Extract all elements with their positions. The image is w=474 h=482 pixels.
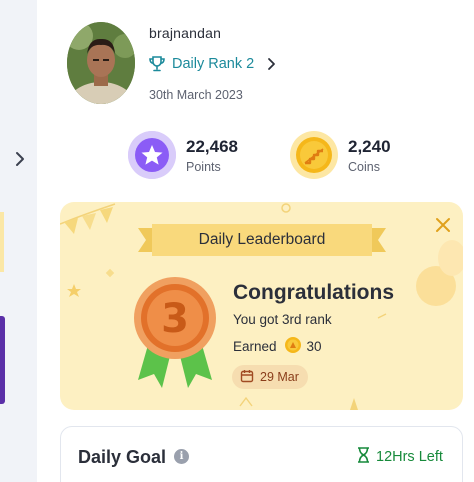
time-left-label: 12Hrs Left	[376, 449, 443, 465]
avatar[interactable]	[67, 22, 135, 104]
earned-row: Earned 30	[233, 337, 322, 356]
date-chip: 29 Mar	[232, 365, 308, 389]
leaderboard-title: Daily Leaderboard	[198, 231, 326, 248]
star-icon	[128, 131, 176, 179]
medal-rank-number: 3	[161, 296, 189, 342]
daily-rank-label: Daily Rank 2	[172, 56, 255, 72]
coin-icon	[284, 337, 301, 356]
chevron-right-icon	[265, 57, 277, 71]
date-chip-label: 29 Mar	[260, 370, 299, 384]
profile-date: 30th March 2023	[149, 88, 243, 102]
username: brajnandan	[149, 25, 222, 41]
calendar-icon	[240, 369, 254, 386]
close-icon[interactable]	[434, 216, 452, 234]
daily-leaderboard-card: Daily Leaderboard 3 Congratulations You …	[60, 202, 463, 410]
earned-coins: 30	[306, 339, 322, 354]
coins-label: Coins	[348, 159, 380, 174]
rank-medal-icon: 3	[132, 276, 218, 394]
daily-goal-title: Daily Goal	[78, 447, 167, 467]
sidebar-yellow-tab	[0, 212, 4, 272]
hourglass-icon	[357, 447, 370, 467]
coins-stat: 2,240 Coins	[290, 131, 391, 179]
left-panel-strip	[0, 0, 37, 482]
rank-message: You got 3rd rank	[233, 312, 332, 327]
time-left: 12Hrs Left	[357, 447, 443, 467]
points-value: 22,468	[186, 136, 238, 156]
daily-goal-card: Daily Goal i 12Hrs Left	[60, 426, 463, 482]
coins-value: 2,240	[348, 136, 391, 156]
info-icon[interactable]: i	[174, 449, 189, 464]
sidebar-purple-tab	[0, 316, 5, 404]
congratulations-heading: Congratulations	[233, 281, 394, 304]
earned-label: Earned	[233, 339, 277, 354]
coin-stairs-icon	[290, 131, 338, 179]
trophy-icon	[148, 55, 166, 73]
points-stat: 22,468 Points	[128, 131, 238, 179]
expand-chevron-right-icon[interactable]	[10, 148, 30, 170]
daily-rank-link[interactable]: Daily Rank 2	[148, 55, 277, 73]
points-label: Points	[186, 159, 221, 174]
